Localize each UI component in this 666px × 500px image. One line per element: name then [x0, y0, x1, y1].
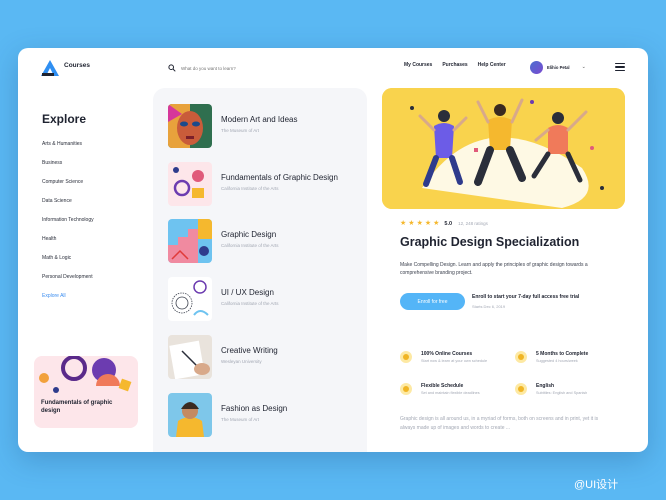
course-description: Make Compelling Design. Learn and apply …	[400, 262, 588, 276]
top-nav: My Courses Purchases Help Center	[404, 62, 506, 68]
star-icon: ★	[400, 220, 407, 227]
course-title: Fundamentals of Graphic Design	[221, 173, 338, 182]
feature-subtitle: Start now & learn at your own schedule	[421, 359, 488, 363]
feature-language: English Subtitles: English and Spanish	[515, 382, 625, 404]
start-date: Starts Dec 6, 2019	[472, 304, 506, 309]
course-thumbnail	[168, 219, 212, 263]
course-item-graphic-design-fundamentals[interactable]: Fundamentals of Graphic Design Californi…	[168, 162, 363, 208]
course-title: Graphic Design	[221, 230, 277, 239]
course-institution: The Museum of Art	[221, 128, 260, 133]
header: Courses My Courses Purchases Help Center…	[18, 48, 648, 88]
course-institution: California Institute of the Arts	[221, 186, 279, 191]
nav-purchases[interactable]: Purchases	[442, 62, 467, 68]
explore-all-link[interactable]: Explore All	[42, 292, 94, 311]
calendar-icon	[400, 383, 412, 395]
course-thumbnail	[168, 104, 212, 148]
category-health[interactable]: Health	[42, 235, 94, 254]
category-information-technology[interactable]: Information Technology	[42, 216, 94, 235]
feature-title: Flexible Schedule	[421, 383, 464, 389]
feature-online: 100% Online Courses Start now & learn at…	[400, 350, 510, 372]
star-icon: ★	[408, 220, 415, 227]
category-arts-humanities[interactable]: Arts & Humanities	[42, 140, 94, 159]
avatar[interactable]	[530, 60, 543, 74]
sidebar: Explore Arts & Humanities Business Compu…	[18, 88, 153, 452]
chat-icon	[515, 383, 527, 395]
course-thumbnail	[168, 335, 212, 379]
watermark: @UI设计	[574, 479, 619, 491]
star-icon: ★	[433, 220, 440, 227]
course-item-creative-writing[interactable]: Creative Writing Wesleyan University	[168, 335, 363, 381]
promo-title: Fundamentals of graphic design	[41, 400, 113, 414]
course-institution: California Institute of the Arts	[221, 301, 279, 306]
globe-icon	[400, 351, 412, 363]
rating-value: 5.0	[444, 220, 453, 227]
feature-subtitle: Suggested 4 hours/week	[536, 359, 578, 363]
search-bar[interactable]	[168, 62, 388, 74]
hero-illustration	[382, 88, 625, 209]
course-institution: Wesleyan University	[221, 359, 262, 364]
promo-card[interactable]: Fundamentals of graphic design	[34, 356, 138, 428]
feature-subtitle: Set and maintain flexible deadlines	[421, 391, 480, 395]
course-title: Fashion as Design	[221, 404, 288, 413]
hamburger-menu-icon[interactable]	[615, 63, 625, 72]
course-detail-title: Graphic Design Specialization	[400, 235, 580, 249]
course-thumbnail	[168, 162, 212, 206]
course-thumbnail	[168, 393, 212, 437]
course-title: UI / UX Design	[221, 288, 274, 297]
brand-name[interactable]: Courses	[64, 62, 90, 69]
enroll-info: Enroll to start your 7-day full access f…	[472, 294, 580, 300]
course-item-modern-art[interactable]: Modern Art and Ideas The Museum of Art	[168, 104, 363, 150]
explore-title: Explore	[42, 112, 87, 126]
course-title: Creative Writing	[221, 346, 278, 355]
category-data-science[interactable]: Data Science	[42, 197, 94, 216]
rating-count: 12, 248 ratings	[458, 221, 488, 226]
course-item-fashion-as-design[interactable]: Fashion as Design The Museum of Art	[168, 393, 363, 439]
course-detail: ★ ★ ★ ★ ★ 5.0 12, 248 ratings Graphic De…	[367, 88, 648, 452]
feature-schedule: Flexible Schedule Set and maintain flexi…	[400, 382, 510, 404]
user-menu[interactable]: Elihio Petal ⌄	[530, 58, 600, 76]
feature-subtitle: Subtitles: English and Spanish	[536, 391, 588, 395]
course-body-text: Graphic design is all around us, in a my…	[400, 416, 599, 431]
user-name: Elihio Petal	[547, 64, 570, 70]
course-institution: The Museum of Art	[221, 417, 260, 422]
course-item-ui-ux-design[interactable]: UI / UX Design California Institute of t…	[168, 277, 363, 323]
course-title: Modern Art and Ideas	[221, 115, 298, 124]
feature-title: 5 Months to Complete	[536, 351, 589, 357]
category-math-logic[interactable]: Math & Logic	[42, 254, 94, 273]
logo-icon[interactable]	[40, 59, 60, 77]
star-icon: ★	[424, 220, 432, 227]
clock-icon	[515, 351, 527, 363]
category-business[interactable]: Business	[42, 159, 94, 178]
nav-help-center[interactable]: Help Center	[478, 62, 506, 68]
feature-title: 100% Online Courses	[421, 351, 473, 357]
category-computer-science[interactable]: Computer Science	[42, 178, 94, 197]
nav-my-courses[interactable]: My Courses	[404, 62, 432, 68]
search-icon	[168, 64, 176, 72]
course-institution: California Institute of the Arts	[221, 243, 279, 248]
category-list: Arts & Humanities Business Computer Scie…	[42, 140, 94, 311]
course-list: Modern Art and Ideas The Museum of Art F…	[153, 88, 367, 452]
course-thumbnail	[168, 277, 212, 321]
course-item-graphic-design[interactable]: Graphic Design California Institute of t…	[168, 219, 363, 265]
chevron-down-icon[interactable]: ⌄	[582, 64, 586, 70]
star-icon: ★	[416, 220, 423, 227]
category-personal-development[interactable]: Personal Development	[42, 273, 94, 292]
search-input[interactable]	[181, 65, 361, 71]
rating: ★ ★ ★ ★ ★ 5.0 12, 248 ratings	[400, 220, 488, 227]
feature-duration: 5 Months to Complete Suggested 4 hours/w…	[515, 350, 625, 372]
app-window: Courses My Courses Purchases Help Center…	[18, 48, 648, 452]
promo-illustration	[39, 356, 132, 393]
enroll-button[interactable]: Enroll for free	[400, 293, 465, 310]
feature-title: English	[536, 383, 555, 389]
